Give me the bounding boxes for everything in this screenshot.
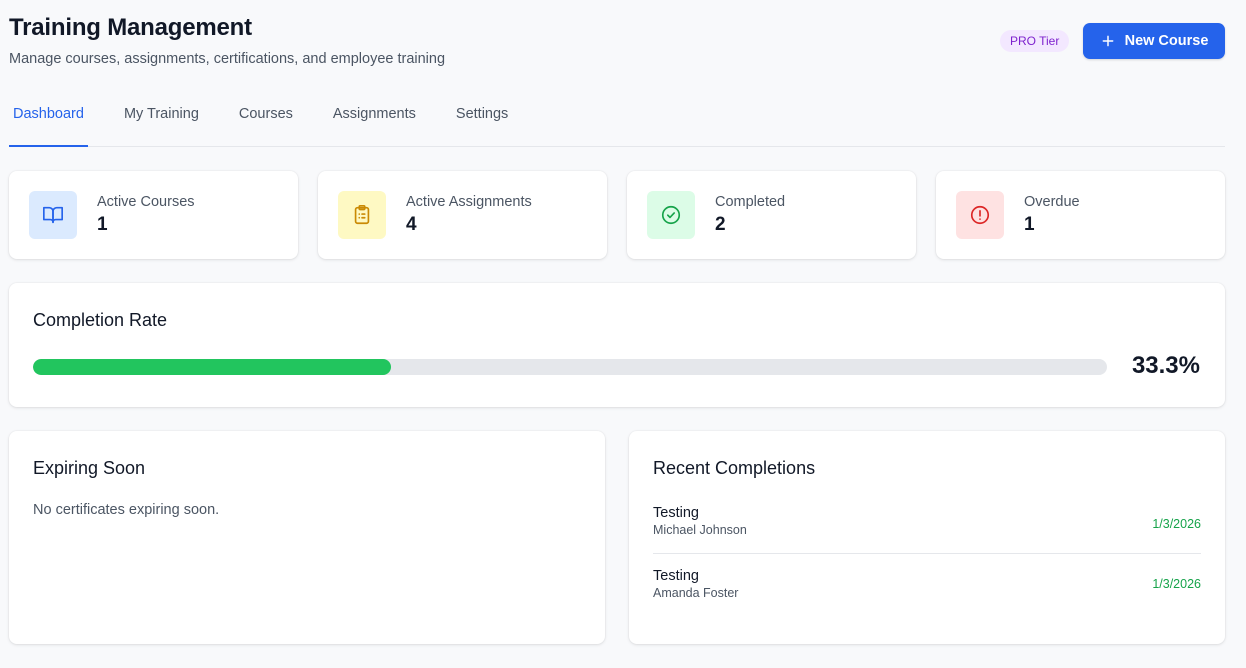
completion-course-name: Testing xyxy=(653,505,699,521)
expiring-empty-message: No certificates expiring soon. xyxy=(33,502,220,518)
tab-assignments[interactable]: Assignments xyxy=(329,89,420,139)
tab-courses[interactable]: Courses xyxy=(235,89,297,139)
training-management-page: Training Management Manage courses, assi… xyxy=(0,0,1246,668)
completion-rate-title: Completion Rate xyxy=(33,310,168,330)
completion-date: 1/3/2026 xyxy=(1152,577,1201,591)
bottom-row: Expiring Soon No certificates expiring s… xyxy=(9,431,1225,644)
tab-bar: Dashboard My Training Courses Assignment… xyxy=(9,96,1225,147)
page-header: Training Management Manage courses, assi… xyxy=(9,0,1225,96)
stat-icon-wrap xyxy=(29,191,77,239)
stat-icon-wrap xyxy=(647,191,695,239)
stat-label: Active Courses xyxy=(97,194,195,210)
page-subtitle: Manage courses, assignments, certificati… xyxy=(9,51,446,67)
tab-dashboard[interactable]: Dashboard xyxy=(9,89,88,147)
completion-employee-name: Amanda Foster xyxy=(653,586,739,600)
stat-card-active-assignments: Active Assignments 4 xyxy=(318,171,607,259)
expiring-soon-title: Expiring Soon xyxy=(33,458,146,478)
stat-label: Overdue xyxy=(1024,194,1080,210)
completion-employee-name: Michael Johnson xyxy=(653,523,747,537)
stat-value: 2 xyxy=(715,214,726,235)
stat-value: 1 xyxy=(1024,214,1035,235)
completion-date: 1/3/2026 xyxy=(1152,517,1201,531)
page-title: Training Management xyxy=(9,14,252,41)
completion-progress-fill xyxy=(33,359,391,375)
tier-badge: PRO Tier xyxy=(1000,30,1070,52)
alert-circle-icon xyxy=(970,205,990,225)
recent-completions-title: Recent Completions xyxy=(653,458,816,478)
stat-card-completed: Completed 2 xyxy=(627,171,916,259)
completion-rate-value: 33.3% xyxy=(1131,352,1200,379)
new-course-label: New Course xyxy=(1124,33,1209,49)
stat-card-active-courses: Active Courses 1 xyxy=(9,171,298,259)
completion-course-name: Testing xyxy=(653,568,699,584)
tab-my-training[interactable]: My Training xyxy=(120,89,203,139)
completion-rate-card: Completion Rate 33.3% xyxy=(9,283,1225,407)
stat-label: Active Assignments xyxy=(406,194,532,210)
stat-value: 4 xyxy=(406,214,417,235)
stats-row: Active Courses 1 Active Assignments 4 Co… xyxy=(9,171,1225,259)
expiring-soon-card: Expiring Soon No certificates expiring s… xyxy=(9,431,605,644)
list-item[interactable]: Testing Amanda Foster 1/3/2026 xyxy=(653,553,1201,614)
new-course-button[interactable]: New Course xyxy=(1083,23,1225,59)
recent-completions-list: Testing Michael Johnson 1/3/2026 Testing… xyxy=(653,505,1201,614)
stat-value: 1 xyxy=(97,214,108,235)
stat-icon-wrap xyxy=(956,191,1004,239)
stat-label: Completed xyxy=(715,194,786,210)
clipboard-list-icon xyxy=(354,205,370,225)
book-open-icon xyxy=(43,206,63,224)
tab-settings[interactable]: Settings xyxy=(452,89,512,139)
plus-icon xyxy=(1102,35,1113,47)
stat-icon-wrap xyxy=(338,191,386,239)
check-circle-icon xyxy=(661,205,681,225)
stat-card-overdue: Overdue 1 xyxy=(936,171,1225,259)
recent-completions-card: Recent Completions Testing Michael Johns… xyxy=(629,431,1225,644)
completion-progress-track xyxy=(33,359,1107,375)
list-item[interactable]: Testing Michael Johnson 1/3/2026 xyxy=(653,505,1201,553)
